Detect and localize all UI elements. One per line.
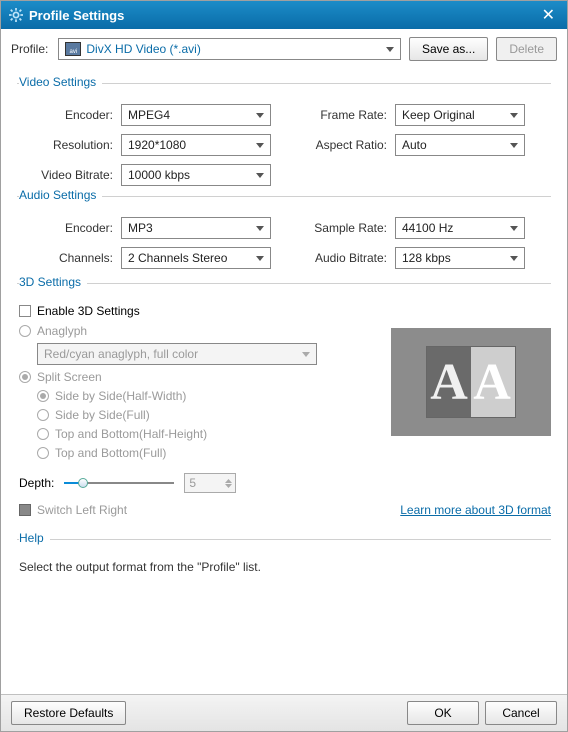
chevron-down-icon (256, 256, 264, 261)
enable-3d-checkbox[interactable] (19, 305, 31, 317)
chevron-down-icon (256, 143, 264, 148)
sbs-half-label: Side by Side(Half-Width) (55, 389, 186, 403)
video-encoder-select[interactable]: MPEG4 (121, 104, 271, 126)
video-bitrate-label: Video Bitrate: (17, 168, 121, 182)
aspect-label: Aspect Ratio: (307, 138, 395, 152)
profile-row: Profile: avi DivX HD Video (*.avi) Save … (1, 29, 567, 69)
resolution-select[interactable]: 1920*1080 (121, 134, 271, 156)
audio-settings-group: Audio Settings Encoder: MP3 Sample Rate:… (17, 196, 551, 269)
audio-encoder-select[interactable]: MP3 (121, 217, 271, 239)
enable-3d-label: Enable 3D Settings (37, 304, 140, 318)
preview-letter-left: A (430, 353, 468, 412)
3d-settings-group: 3D Settings Enable 3D Settings Anaglyph … (17, 283, 551, 517)
switch-lr-label: Switch Left Right (37, 503, 127, 517)
tb-half-label: Top and Bottom(Half-Height) (55, 427, 207, 441)
framerate-label: Frame Rate: (307, 108, 395, 122)
split-screen-radio (19, 371, 31, 383)
sbs-full-label: Side by Side(Full) (55, 408, 150, 422)
chevron-down-icon (510, 143, 518, 148)
sbs-full-radio (37, 409, 49, 421)
profile-label: Profile: (11, 42, 48, 56)
profile-select[interactable]: avi DivX HD Video (*.avi) (58, 38, 401, 60)
audio-group-title: Audio Settings (19, 188, 102, 202)
help-text: Select the output format from the "Profi… (17, 560, 551, 574)
channels-select[interactable]: 2 Channels Stereo (121, 247, 271, 269)
chevron-down-icon (510, 256, 518, 261)
titlebar: Profile Settings ✕ (1, 1, 567, 29)
content-area: Video Settings Encoder: MPEG4 Frame Rate… (1, 69, 567, 694)
depth-label: Depth: (19, 476, 54, 490)
preview-letter-right: A (473, 353, 511, 412)
chevron-down-icon (256, 226, 264, 231)
framerate-select[interactable]: Keep Original (395, 104, 525, 126)
video-settings-group: Video Settings Encoder: MPEG4 Frame Rate… (17, 83, 551, 186)
depth-spinner: 5 (184, 473, 236, 493)
resolution-label: Resolution: (17, 138, 121, 152)
chevron-down-icon (302, 352, 310, 357)
tb-full-radio (37, 447, 49, 459)
help-group-title: Help (19, 531, 50, 545)
sbs-half-radio (37, 390, 49, 402)
tb-full-label: Top and Bottom(Full) (55, 446, 166, 460)
chevron-down-icon (256, 113, 264, 118)
anaglyph-label: Anaglyph (37, 324, 87, 338)
footer: Restore Defaults OK Cancel (1, 694, 567, 731)
restore-defaults-button[interactable]: Restore Defaults (11, 701, 126, 725)
channels-label: Channels: (17, 251, 121, 265)
delete-button: Delete (496, 37, 557, 61)
chevron-down-icon (510, 113, 518, 118)
samplerate-select[interactable]: 44100 Hz (395, 217, 525, 239)
audio-bitrate-select[interactable]: 128 kbps (395, 247, 525, 269)
anaglyph-mode-select: Red/cyan anaglyph, full color (37, 343, 317, 365)
avi-file-icon: avi (65, 42, 81, 56)
window-title: Profile Settings (29, 8, 538, 23)
anaglyph-radio (19, 325, 31, 337)
3d-group-title: 3D Settings (19, 275, 87, 289)
split-screen-label: Split Screen (37, 370, 102, 384)
spinner-arrows-icon (225, 479, 232, 488)
cancel-button[interactable]: Cancel (485, 701, 557, 725)
save-as-button[interactable]: Save as... (409, 37, 488, 61)
video-bitrate-select[interactable]: 10000 kbps (121, 164, 271, 186)
audio-bitrate-label: Audio Bitrate: (307, 251, 395, 265)
samplerate-label: Sample Rate: (307, 221, 395, 235)
chevron-down-icon (256, 173, 264, 178)
close-icon[interactable]: ✕ (538, 5, 559, 25)
tb-half-radio (37, 428, 49, 440)
aspect-select[interactable]: Auto (395, 134, 525, 156)
video-group-title: Video Settings (19, 75, 102, 89)
audio-encoder-label: Encoder: (17, 221, 121, 235)
ok-button[interactable]: OK (407, 701, 479, 725)
help-group: Help Select the output format from the "… (17, 539, 551, 574)
depth-slider (64, 477, 174, 489)
settings-gear-icon (9, 8, 23, 22)
chevron-down-icon (386, 47, 394, 52)
switch-lr-checkbox (19, 504, 31, 516)
video-encoder-label: Encoder: (17, 108, 121, 122)
profile-value: DivX HD Video (*.avi) (86, 42, 394, 56)
chevron-down-icon (510, 226, 518, 231)
3d-preview: A A (391, 328, 551, 436)
learn-3d-link[interactable]: Learn more about 3D format (400, 503, 551, 517)
